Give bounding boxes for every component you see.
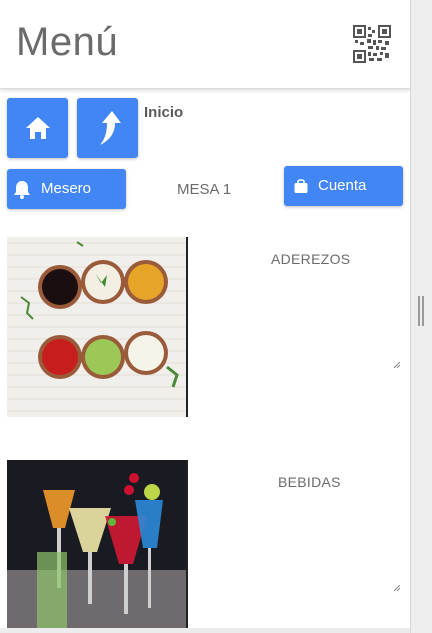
page: Menú Inicio Mesero MESA 1 Cuenta ADEREZO… (0, 0, 410, 633)
cuenta-button[interactable]: Cuenta (284, 166, 403, 206)
inicio-label: Inicio (144, 104, 184, 121)
bebidas-image[interactable] (7, 460, 188, 628)
shopping-bag-icon (294, 179, 308, 193)
category-label: ADEREZOS (271, 251, 351, 267)
page-title: Menú (16, 20, 119, 64)
page-bottom-edge (0, 628, 410, 633)
app-header: Menú (0, 0, 410, 89)
back-up-button[interactable] (77, 98, 138, 158)
home-button[interactable] (7, 98, 68, 158)
arrow-up-icon (99, 111, 121, 145)
cuenta-label: Cuenta (318, 177, 367, 194)
mesero-button[interactable]: Mesero (7, 169, 126, 209)
drag-handle-icon[interactable] (418, 296, 424, 326)
aderezos-image[interactable] (7, 237, 188, 417)
home-icon (25, 117, 50, 139)
resize-handle-icon[interactable] (394, 362, 400, 368)
mesero-label: Mesero (41, 180, 92, 197)
qr-code-icon[interactable] (353, 25, 391, 63)
table-number: MESA 1 (177, 181, 232, 198)
bell-icon (14, 181, 30, 199)
side-scroll-panel[interactable] (410, 0, 432, 633)
resize-handle-icon[interactable] (394, 585, 400, 591)
category-label: BEBIDAS (278, 474, 341, 490)
